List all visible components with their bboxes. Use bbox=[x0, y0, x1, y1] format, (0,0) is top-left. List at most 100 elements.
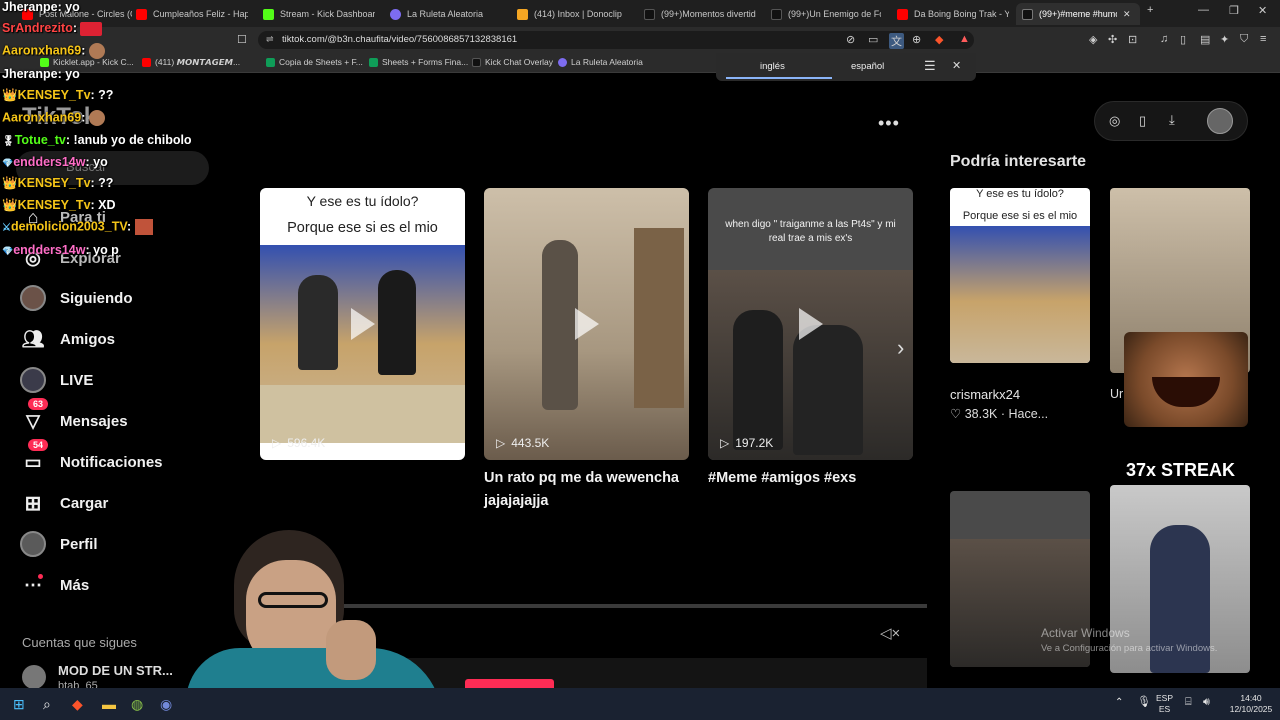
network-icon[interactable]: ⌸ bbox=[1185, 697, 1192, 708]
inbox-icon: ▭ 54 bbox=[20, 439, 49, 475]
screenshot-icon[interactable]: ⊡ bbox=[1128, 33, 1137, 46]
windows-taskbar: ⊞ ⌕ ◆ ▬ ◍ ◉ ⌃ 🎙︎ ESP ES ⌸ 🔊︎ 14:40 12/10/2… bbox=[0, 688, 1280, 720]
close-tab-icon[interactable]: ✕ bbox=[1123, 9, 1131, 20]
bookmark-item[interactable]: Kicklet.app - Kick C... bbox=[40, 57, 134, 67]
recommend-user[interactable]: Ur bbox=[1110, 387, 1123, 401]
leo-icon[interactable]: ✦ bbox=[1220, 33, 1229, 46]
clock[interactable]: 14:40 12/10/2025 bbox=[1225, 693, 1277, 715]
bookmark-item[interactable]: Copia de Sheets + F... bbox=[266, 57, 363, 67]
tab-lang-from[interactable]: inglés bbox=[760, 61, 785, 72]
nav-notificaciones[interactable]: ▭ 54 Notificaciones bbox=[20, 439, 163, 475]
translate-icon[interactable]: 文 bbox=[889, 33, 904, 49]
youtube-icon bbox=[22, 8, 33, 20]
bookmark-item[interactable]: (411) 𝙈𝙊𝙉𝙏𝘼𝙂𝙀𝙈... bbox=[142, 57, 240, 68]
messages-badge: 63 bbox=[28, 398, 49, 410]
nav-cargar[interactable]: ⊞ Cargar bbox=[20, 490, 109, 516]
app-icon[interactable]: ◍ bbox=[131, 696, 143, 713]
browser-tab[interactable]: Da Boing Boing Trak - You bbox=[897, 3, 1009, 25]
no-tracking-icon[interactable]: ⊘ bbox=[846, 33, 855, 46]
search-icon[interactable]: ⌕ bbox=[43, 696, 51, 713]
nav-live[interactable]: LIVE bbox=[20, 367, 93, 393]
video-thumbnail bbox=[708, 270, 913, 460]
browser-tab[interactable]: La Ruleta Aleatoria bbox=[390, 3, 502, 25]
video-title[interactable]: Un rato pq me da wewencha jajajajajja bbox=[484, 467, 694, 513]
browser-tab[interactable]: (99+)Un Enemigo de Fortr bbox=[771, 3, 881, 25]
avatar bbox=[20, 285, 46, 311]
video-card[interactable]: when digo " traiganme a las Pt4s" y mi r… bbox=[708, 188, 913, 460]
bookmark-item[interactable]: Kick Chat Overlay bbox=[472, 57, 553, 67]
coin-icon[interactable]: ◎ bbox=[1109, 113, 1120, 129]
more-options-icon[interactable]: ••• bbox=[878, 113, 900, 134]
video-card[interactable]: ▷ 443.5K bbox=[484, 188, 689, 460]
wallet-icon[interactable]: ▤ bbox=[1200, 33, 1210, 46]
extension-icon[interactable]: ◈ bbox=[1089, 33, 1097, 46]
tab-lang-to[interactable]: español bbox=[851, 61, 884, 72]
avatar[interactable] bbox=[1207, 108, 1233, 134]
play-icon[interactable] bbox=[574, 308, 599, 340]
menu-icon[interactable]: ≡ bbox=[1260, 33, 1266, 45]
puzzle-icon[interactable]: ✣ bbox=[1108, 33, 1117, 46]
bookmark-icon[interactable]: ☐ bbox=[237, 33, 247, 46]
microphone-icon[interactable]: 🎙︎ bbox=[1137, 697, 1151, 708]
nav-mensajes[interactable]: ▽ 63 Mensajes bbox=[20, 398, 128, 434]
nav-mas[interactable]: ⋯ Más bbox=[20, 572, 89, 598]
video-thumbnail bbox=[950, 226, 1090, 363]
video-title[interactable]: #Meme #amigos #exs bbox=[708, 467, 918, 490]
download-icon[interactable]: ⤓ bbox=[1169, 112, 1175, 128]
mute-icon[interactable]: ◁× bbox=[880, 624, 900, 642]
chevron-up-icon[interactable]: ⌃ bbox=[1115, 697, 1123, 708]
more-icon: ⋯ bbox=[24, 574, 43, 595]
discord-icon[interactable]: ◉ bbox=[160, 696, 172, 713]
avatar[interactable] bbox=[22, 665, 46, 689]
tiktok-logo[interactable]: TikTok bbox=[22, 103, 97, 131]
recommend-card[interactable]: Y ese es tu ídolo? Porque ese si es el m… bbox=[950, 188, 1090, 363]
messages-icon: ▽ 63 bbox=[20, 398, 49, 434]
new-tab-button[interactable]: + bbox=[1147, 4, 1153, 16]
nav-siguiendo[interactable]: Siguiendo bbox=[20, 285, 133, 311]
video-thumbnail bbox=[260, 245, 465, 443]
url-field[interactable]: ⇌ tiktok.com/@b3n.chaufita/video/7560086… bbox=[258, 31, 974, 49]
person-figure bbox=[733, 310, 783, 450]
bookmark-item[interactable]: Sheets + Forms Fina... bbox=[369, 57, 468, 67]
play-icon[interactable] bbox=[798, 308, 823, 340]
nav-para-ti[interactable]: ⌂ Para ti bbox=[20, 204, 106, 230]
music-icon[interactable]: ♫ bbox=[1160, 33, 1168, 45]
accent-button[interactable] bbox=[465, 679, 554, 688]
nav-explorar[interactable]: ◎ Explorar bbox=[20, 245, 121, 271]
browser-tab-active[interactable]: (99+)#meme #humor ✕ bbox=[1016, 3, 1140, 25]
browser-tab[interactable]: Post Malone - Circles (Offi bbox=[22, 3, 132, 25]
shield-icon[interactable]: ⛉ bbox=[1240, 33, 1248, 46]
video-card[interactable]: Y ese es tu ídolo? Porque ese si es el m… bbox=[260, 188, 465, 460]
brave-icon[interactable]: ◆ bbox=[72, 696, 83, 713]
browser-tab[interactable]: Cumpleaños Feliz - Happy bbox=[136, 3, 248, 25]
phone-icon[interactable]: ▯ bbox=[1139, 113, 1146, 129]
minimize-button[interactable]: — bbox=[1198, 4, 1209, 16]
search-input[interactable]: Buscar bbox=[16, 151, 209, 185]
brave-shield-icon[interactable]: ◆ bbox=[935, 33, 943, 46]
windows-start-icon[interactable]: ⊞ bbox=[13, 696, 25, 713]
close-window-button[interactable]: ✕ bbox=[1258, 4, 1267, 17]
recommend-card[interactable] bbox=[950, 491, 1090, 667]
chevron-right-icon[interactable]: › bbox=[897, 335, 904, 361]
following-name[interactable]: MOD DE UN STR... bbox=[58, 663, 173, 678]
recommend-user[interactable]: crismarkx24 bbox=[950, 387, 1020, 402]
maximize-button[interactable]: ❐ bbox=[1229, 4, 1239, 17]
nav-perfil[interactable]: Perfil bbox=[20, 531, 98, 557]
play-icon[interactable] bbox=[350, 308, 375, 340]
close-icon[interactable]: ✕ bbox=[952, 59, 961, 72]
volume-icon[interactable]: 🔊︎ bbox=[1203, 697, 1210, 708]
language-indicator[interactable]: ESP ES bbox=[1156, 693, 1173, 715]
browser-tab[interactable]: (414) Inbox | Donoclip bbox=[517, 3, 629, 25]
brave-rewards-icon[interactable]: ▲ bbox=[959, 33, 970, 45]
browser-tab[interactable]: Stream - Kick Dashboard bbox=[263, 3, 375, 25]
bookmark-item[interactable]: La Ruleta Aleatoria bbox=[558, 57, 643, 67]
browser-tab[interactable]: (99+)Momentos divertido bbox=[644, 3, 756, 25]
file-explorer-icon[interactable]: ▬ bbox=[102, 696, 116, 712]
menu-icon[interactable]: ☰ bbox=[924, 58, 936, 74]
views-count: ▷ 197.2K bbox=[720, 436, 774, 450]
site-info-icon[interactable]: ⇌ bbox=[266, 34, 274, 45]
zoom-icon[interactable]: ⊕ bbox=[912, 33, 921, 46]
sidebar-icon[interactable]: ▯ bbox=[1180, 33, 1186, 46]
screen-icon[interactable]: ▭ bbox=[868, 33, 878, 46]
nav-amigos[interactable]: 👥︎ Amigos bbox=[20, 326, 115, 352]
